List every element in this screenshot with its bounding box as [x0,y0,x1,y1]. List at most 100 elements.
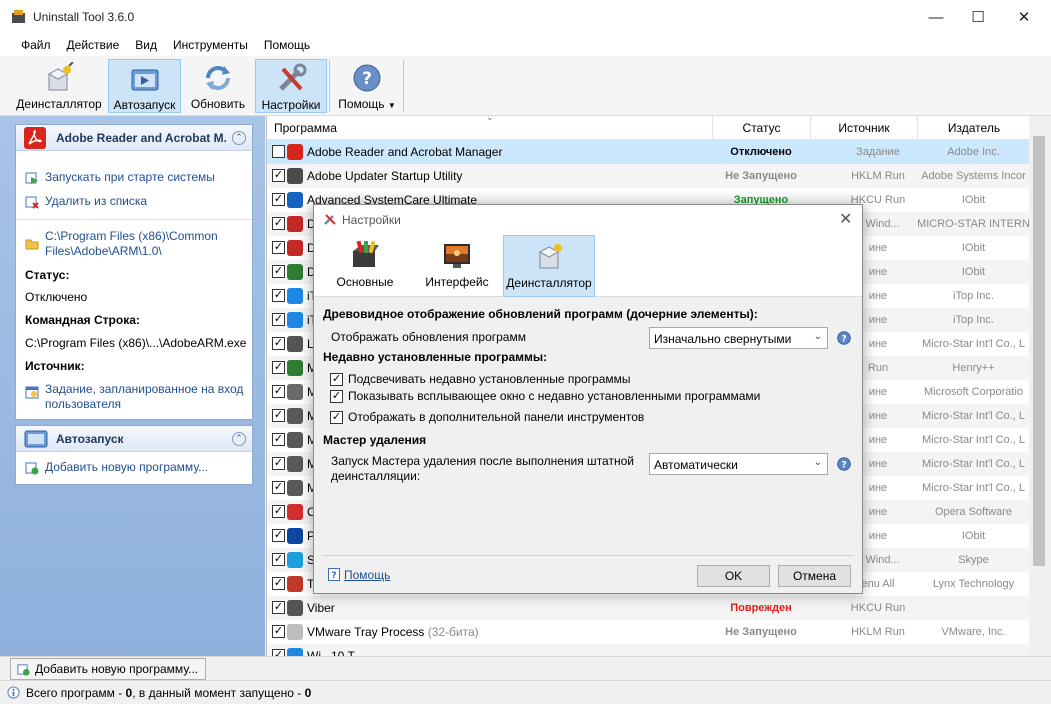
uninstaller-button[interactable]: Деинсталлятор [13,59,105,113]
row-checkbox[interactable]: ✓ [272,337,285,350]
table-row[interactable]: Adobe Reader and Acrobat Manager Отключен… [267,140,1029,164]
row-checkbox[interactable]: ✓ [272,433,285,446]
column-status[interactable]: Статус [712,116,810,140]
row-checkbox[interactable]: ✓ [272,289,285,302]
help-dropdown-button[interactable]: ? Помощь ▼ [333,59,401,113]
menu-action[interactable]: Действие [59,34,128,56]
vertical-scrollbar[interactable] [1029,116,1049,656]
program-icon [287,504,303,520]
close-button[interactable]: ✕ [1001,0,1047,34]
row-checkbox[interactable]: ✓ [272,409,285,422]
box-wand-icon [47,62,74,91]
cancel-button[interactable]: Отмена [778,565,851,587]
highlight-recent-checkbox[interactable]: ✓ [330,373,343,386]
menu-tools[interactable]: Инструменты [165,34,256,56]
autorun-button[interactable]: Автозапуск [108,59,181,113]
row-checkbox[interactable]: ✓ [272,625,285,638]
row-checkbox[interactable]: ✓ [272,505,285,518]
row-checkbox[interactable]: ✓ [272,649,285,656]
program-icon [287,648,303,656]
column-publisher[interactable]: Издатель [917,116,1029,140]
list-header: Программа ⌄ Статус Источник Издатель [267,116,1029,140]
row-checkbox[interactable]: ✓ [272,481,285,494]
menu-view[interactable]: Вид [127,34,165,56]
row-checkbox[interactable]: ✓ [272,241,285,254]
program-status: Не Запущено [725,626,797,638]
source-link-line1[interactable]: Задание, запланированное на вход [45,382,243,397]
program-source: HKCU Run [850,602,906,614]
row-checkbox[interactable]: ✓ [272,361,285,374]
autorun-label: Автозапуск [113,98,176,112]
program-publisher: Adobe Inc. [947,146,1000,158]
program-icon [287,288,303,304]
dialog-title: Настройки [342,213,401,227]
minimize-button[interactable]: — [913,0,959,34]
table-row[interactable]: ✓ Adobe Updater Startup Utility Не Запущен… [267,164,1029,188]
section-tree-view: Древовидное отображение обновлений прогр… [323,307,758,321]
row-checkbox[interactable]: ✓ [272,385,285,398]
remove-from-list-link[interactable]: Удалить из списка [45,194,147,209]
row-checkbox[interactable] [272,145,285,158]
wizard-select[interactable]: Автоматически ⌄ [649,453,828,475]
add-new-program-link[interactable]: Добавить новую программу... [45,460,208,475]
row-checkbox[interactable]: ✓ [272,529,285,542]
program-publisher: Adobe Systems Incor [921,170,1026,182]
program-icon [287,480,303,496]
program-icon [287,408,303,424]
row-checkbox[interactable]: ✓ [272,217,285,230]
program-icon [287,432,303,448]
row-checkbox[interactable]: ✓ [272,313,285,326]
tools-icon [279,63,307,91]
scrollbar-thumb[interactable] [1033,136,1045,566]
help-link[interactable]: Помощь [344,568,390,582]
program-publisher: IObit [961,530,986,542]
status-label: Статус: [25,268,70,282]
program-publisher: Micro-Star Int'l Co., L [922,338,1025,350]
column-source[interactable]: Источник [810,116,917,140]
table-row[interactable]: ✓ Wi...10 T... [267,644,1029,656]
maximize-button[interactable]: ☐ [955,0,1001,34]
add-program-button[interactable]: Добавить новую программу... [10,658,206,680]
path-link-line1[interactable]: C:\Program Files (x86)\Common [45,229,218,244]
row-checkbox[interactable]: ✓ [272,457,285,470]
program-publisher: Micro-Star Int'l Co., L [922,410,1025,422]
row-checkbox[interactable]: ✓ [272,577,285,590]
help-label: Помощь ▼ [338,97,396,111]
general-settings-icon [353,240,379,267]
source-link-line2[interactable]: пользователя [45,397,121,412]
program-publisher: Opera Software [934,506,1013,518]
row-checkbox[interactable]: ✓ [272,553,285,566]
tab-uninstaller[interactable]: Деинсталлятор [503,235,595,297]
collapse-icon[interactable]: ⌃ [232,131,246,145]
help-icon[interactable]: ? [837,457,851,471]
row-checkbox[interactable]: ✓ [272,601,285,614]
menu-help[interactable]: Помощь [256,34,318,56]
popup-recent-checkbox[interactable]: ✓ [330,390,343,403]
running-count: 0 [304,686,312,700]
table-row[interactable]: ✓ Viber Поврежден HKCU Run [267,596,1029,620]
help-icon[interactable]: ? [837,331,851,345]
table-row[interactable]: ✓ VMware Tray Process (32-бита) Не Запущен… [267,620,1029,644]
wizard-value: Автоматически [654,458,738,472]
dialog-close-icon[interactable]: ✕ [839,209,852,229]
autorun-card-header[interactable]: Автозапуск ⌃ [16,426,252,452]
tab-interface[interactable]: Интерфейс [411,235,503,297]
settings-button[interactable]: Настройки [255,59,327,113]
left-panel: Adobe Reader and Acrobat M... ⌃ Запускат… [0,116,265,656]
menu-file[interactable]: Файл [13,34,59,56]
refresh-button[interactable]: Обновить [185,59,251,113]
extra-panel-checkbox[interactable]: ✓ [330,411,343,424]
row-checkbox[interactable]: ✓ [272,169,285,182]
status-text: Всего программ - 0, в данный момент запу… [26,686,312,700]
tab-general[interactable]: Основные [319,235,411,297]
row-checkbox[interactable]: ✓ [272,265,285,278]
run-at-startup-link[interactable]: Запускать при старте системы [45,170,215,185]
row-checkbox[interactable]: ✓ [272,193,285,206]
add-program-icon [25,462,39,475]
path-link-line2[interactable]: Files\Adobe\ARM\1.0\ [45,244,162,259]
show-updates-select[interactable]: Изначально свернутыми ⌄ [649,327,828,349]
program-details-header[interactable]: Adobe Reader and Acrobat M... ⌃ [16,125,252,151]
program-name: Adobe Updater Startup Utility [307,169,463,183]
collapse-icon[interactable]: ⌃ [232,432,246,446]
ok-button[interactable]: OK [697,565,770,587]
